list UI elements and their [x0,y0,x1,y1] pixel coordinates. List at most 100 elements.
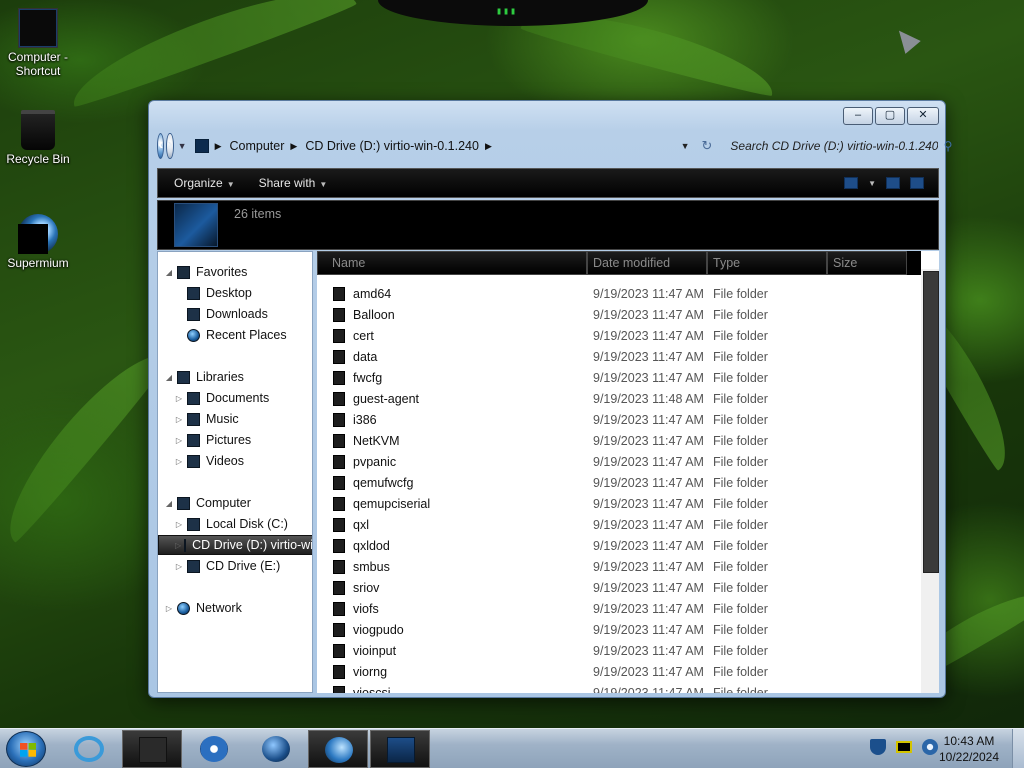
file-row[interactable]: viogpudo 9/19/2023 11:47 AM File folder [317,619,921,640]
expand-arrow-icon[interactable]: ◢ [164,373,174,382]
file-row[interactable]: sriov 9/19/2023 11:47 AM File folder [317,577,921,598]
forward-button[interactable]: › [166,133,174,159]
change-view-icon[interactable] [844,177,859,189]
minimize-button[interactable]: ‒ [843,107,873,125]
file-row[interactable]: NetKVM 9/19/2023 11:47 AM File folder [317,430,921,451]
address-dropdown-icon[interactable]: ▼ [681,141,690,151]
nav-music[interactable]: ▷ Music [174,409,239,429]
file-date: 9/19/2023 11:47 AM [593,517,704,532]
expand-arrow-icon[interactable]: ▷ [174,457,184,466]
breadcrumb-cd-drive[interactable]: CD Drive (D:) virtio-win-0.1.240 [305,139,479,153]
file-row[interactable]: viorng 9/19/2023 11:47 AM File folder [317,661,921,682]
nav-documents[interactable]: ▷ Documents [174,388,269,408]
taskbar-supermium[interactable] [308,730,368,768]
file-row[interactable]: vioscsi 9/19/2023 11:47 AM File folder [317,682,921,693]
file-name: viorng [353,664,388,679]
maximize-button[interactable]: ▢ [875,107,905,125]
search-icon[interactable]: ⚲ [944,139,953,153]
desktop-icon-recycle-bin[interactable]: Recycle Bin [2,110,74,166]
expand-arrow-icon[interactable]: ▷ [164,604,174,613]
start-button[interactable] [6,731,46,767]
taskbar-globe-app[interactable] [246,730,306,768]
search-input[interactable]: Search CD Drive (D:) virtio-win-0.1.240 … [730,135,952,157]
file-type: File folder [713,496,768,511]
navigation-pane[interactable]: ◢ Favorites Desktop Downloads Recent Plac… [157,251,313,693]
nav-network[interactable]: ▷ Network [164,598,242,618]
share-with-button[interactable]: Share with ▼ [251,176,336,190]
column-header-type[interactable]: Type [707,251,827,275]
nav-downloads[interactable]: Downloads [174,304,268,324]
nav-cd-drive-d[interactable]: ▷ CD Drive (D:) virtio-win-0.1.240 [158,535,312,555]
file-row[interactable]: viofs 9/19/2023 11:47 AM File folder [317,598,921,619]
file-row[interactable]: vioinput 9/19/2023 11:47 AM File folder [317,640,921,661]
breadcrumb-separator-icon[interactable]: ▶ [485,141,492,152]
expand-arrow-icon[interactable]: ▷ [174,394,184,403]
nav-videos[interactable]: ▷ Videos [174,451,244,471]
breadcrumb-computer[interactable]: Computer [230,139,285,153]
breadcrumb[interactable]: ▶ Computer ▶ CD Drive (D:) virtio-win-0.… [194,134,677,158]
file-name: sriov [353,580,380,595]
action-center-icon[interactable] [870,739,886,755]
nav-desktop[interactable]: Desktop [174,283,252,303]
column-header-date-modified[interactable]: Date modified [587,251,707,275]
keyboard-icon[interactable] [896,741,912,753]
scroll-thumb[interactable] [923,271,939,573]
expand-arrow-icon[interactable]: ▷ [174,436,184,445]
file-row[interactable]: qemupciserial 9/19/2023 11:47 AM File fold… [317,493,921,514]
file-row[interactable]: i386 9/19/2023 11:47 AM File folder [317,409,921,430]
nav-pictures[interactable]: ▷ Pictures [174,430,251,450]
breadcrumb-separator-icon[interactable]: ▶ [215,141,222,152]
nav-favorites[interactable]: ◢ Favorites [164,262,247,282]
file-list-pane[interactable]: Name Date modified Type Size amd64 9/19/2… [317,251,939,693]
taskbar-file-explorer[interactable] [122,730,182,768]
expand-arrow-icon[interactable]: ▷ [174,562,184,571]
file-name: vioinput [353,643,397,658]
nav-computer[interactable]: ◢ Computer [164,493,251,513]
file-row[interactable]: pvpanic 9/19/2023 11:47 AM File folder [317,451,921,472]
search-placeholder: Search CD Drive (D:) virtio-win-0.1.240 [730,139,938,153]
file-type: File folder [713,664,768,679]
organize-button[interactable]: Organize ▼ [166,176,243,190]
desktop-icon-supermium[interactable]: Supermium [2,214,74,270]
nav-libraries[interactable]: ◢ Libraries [164,367,244,387]
scroll-up-button[interactable] [921,251,939,269]
expand-arrow-icon[interactable]: ◢ [164,268,174,277]
recent-pages-dropdown-icon[interactable]: ▼ [178,141,187,151]
taskbar-media-player[interactable] [184,730,244,768]
nav-recent-places[interactable]: Recent Places [174,325,287,345]
nav-local-disk[interactable]: ▷ Local Disk (C:) [174,514,288,534]
expand-arrow-icon[interactable]: ▷ [175,541,181,550]
clock[interactable]: 10:43 AM 10/22/2024 [934,733,1004,765]
file-row[interactable]: cert 9/19/2023 11:47 AM File folder [317,325,921,346]
file-row[interactable]: qxl 9/19/2023 11:47 AM File folder [317,514,921,535]
file-row[interactable]: qxldod 9/19/2023 11:47 AM File folder [317,535,921,556]
file-row[interactable]: Balloon 9/19/2023 11:47 AM File folder [317,304,921,325]
help-icon[interactable] [910,177,924,189]
vertical-scrollbar[interactable] [921,251,939,693]
preview-pane-icon[interactable] [886,177,900,189]
show-desktop-button[interactable] [1012,729,1024,768]
nav-cd-drive-e[interactable]: ▷ CD Drive (E:) [174,556,280,576]
column-header-size[interactable]: Size [827,251,907,275]
explorer-window[interactable]: ‒ ▢ ✕ ‹ › ▼ ▶ Computer ▶ CD Drive (D:) v… [148,100,952,698]
file-row[interactable]: qemufwcfg 9/19/2023 11:47 AM File folder [317,472,921,493]
expand-arrow-icon[interactable]: ▷ [174,520,184,529]
taskbar-internet-explorer[interactable] [60,730,120,768]
expand-arrow-icon[interactable]: ◢ [164,499,174,508]
file-name: Balloon [353,307,395,322]
file-row[interactable]: fwcfg 9/19/2023 11:47 AM File folder [317,367,921,388]
file-row[interactable]: data 9/19/2023 11:47 AM File folder [317,346,921,367]
close-button[interactable]: ✕ [907,107,939,125]
file-row[interactable]: guest-agent 9/19/2023 11:48 AM File folder [317,388,921,409]
breadcrumb-separator-icon[interactable]: ▶ [290,141,297,152]
file-row[interactable]: smbus 9/19/2023 11:47 AM File folder [317,556,921,577]
desktop-icon-computer-shortcut[interactable]: Computer - Shortcut [2,8,74,78]
mouse-cursor-icon [891,24,921,54]
taskbar-drive-app[interactable] [370,730,430,768]
view-dropdown-icon[interactable]: ▼ [868,179,876,188]
file-row[interactable]: amd64 9/19/2023 11:47 AM File folder [317,283,921,304]
expand-arrow-icon[interactable]: ▷ [174,415,184,424]
back-button[interactable]: ‹ [157,133,165,159]
refresh-icon[interactable]: ↻ [702,138,713,154]
column-header-name[interactable]: Name [317,251,587,275]
